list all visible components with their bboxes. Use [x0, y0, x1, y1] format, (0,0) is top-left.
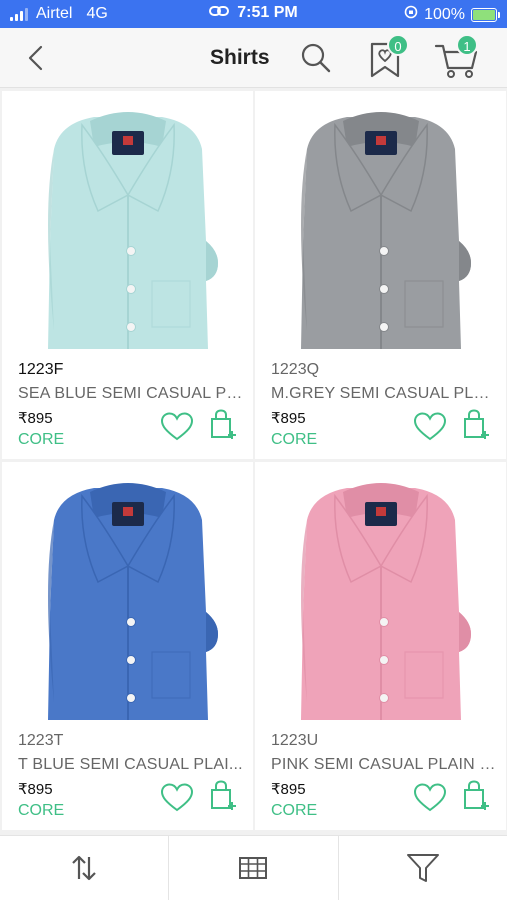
- shirt-image: [255, 462, 506, 724]
- product-grid: 1223F SEA BLUE SEMI CASUAL PL... ₹895 CO…: [0, 89, 507, 831]
- cart-button[interactable]: 1: [432, 34, 482, 82]
- product-price: ₹895: [271, 410, 306, 427]
- product-price: ₹895: [18, 410, 53, 427]
- product-code: 1223Q: [271, 361, 320, 378]
- product-card[interactable]: 1223U PINK SEMI CASUAL PLAIN S... ₹895 C…: [255, 462, 506, 830]
- header: Shirts 0 1: [0, 28, 507, 88]
- product-price: ₹895: [18, 781, 53, 798]
- product-tag: CORE: [271, 802, 318, 819]
- status-right: 100%: [404, 5, 500, 24]
- app-screen: Airtel 4G 7:51 PM 100% Shirts 0 1 1223F …: [0, 0, 507, 900]
- wishlist-heart-button[interactable]: [160, 411, 194, 443]
- product-name: M.GREY SEMI CASUAL PLAI...: [271, 385, 496, 402]
- filter-button[interactable]: [337, 836, 507, 900]
- heart-icon: [413, 412, 447, 441]
- grid-view-icon: [239, 857, 268, 879]
- shirt-image: [2, 462, 253, 724]
- product-name: SEA BLUE SEMI CASUAL PL...: [18, 385, 243, 402]
- rotation-lock-icon: [404, 5, 418, 24]
- shirt-image: [255, 91, 506, 353]
- heart-icon: [413, 783, 447, 812]
- product-name: T BLUE SEMI CASUAL PLAI...: [18, 756, 243, 773]
- battery-percent: 100%: [424, 5, 465, 23]
- wishlist-heart-button[interactable]: [413, 411, 447, 443]
- clock: 7:51 PM: [237, 4, 298, 22]
- product-image[interactable]: [2, 91, 253, 353]
- status-bar: Airtel 4G 7:51 PM 100%: [0, 0, 507, 28]
- shirt-image: [2, 91, 253, 353]
- heart-icon: [160, 783, 194, 812]
- search-icon: [301, 43, 331, 73]
- add-to-bag-button[interactable]: [208, 780, 238, 812]
- heart-icon: [160, 412, 194, 441]
- product-card[interactable]: 1223T T BLUE SEMI CASUAL PLAI... ₹895 CO…: [2, 462, 253, 830]
- battery-icon: [471, 7, 500, 22]
- wishlist-count-badge: 0: [387, 34, 409, 56]
- wishlist-button[interactable]: 0: [365, 34, 409, 82]
- wishlist-heart-button[interactable]: [160, 782, 194, 814]
- add-to-bag-button[interactable]: [461, 780, 491, 812]
- add-to-bag-button[interactable]: [461, 409, 491, 441]
- product-card[interactable]: 1223F SEA BLUE SEMI CASUAL PL... ₹895 CO…: [2, 91, 253, 459]
- filter-icon: [406, 854, 439, 882]
- shopping-bag-add-icon: [464, 780, 489, 810]
- product-image[interactable]: [255, 462, 506, 724]
- product-image[interactable]: [2, 462, 253, 724]
- grid-view-button[interactable]: [168, 836, 337, 900]
- product-name: PINK SEMI CASUAL PLAIN S...: [271, 756, 496, 773]
- product-card[interactable]: 1223Q M.GREY SEMI CASUAL PLAI... ₹895 CO…: [255, 91, 506, 459]
- link-icon: [209, 4, 230, 22]
- bottom-toolbar: [0, 835, 507, 900]
- product-tag: CORE: [18, 802, 65, 819]
- add-to-bag-button[interactable]: [208, 409, 238, 441]
- product-tag: CORE: [271, 431, 318, 448]
- shopping-bag-add-icon: [211, 409, 236, 439]
- product-image[interactable]: [255, 91, 506, 353]
- product-tag: CORE: [18, 431, 65, 448]
- sort-icon: [72, 855, 96, 881]
- shopping-bag-add-icon: [211, 780, 236, 810]
- product-code: 1223U: [271, 732, 319, 749]
- cart-count-badge: 1: [456, 34, 478, 56]
- product-code: 1223F: [18, 361, 64, 378]
- back-button[interactable]: [22, 42, 52, 74]
- chevron-left-icon: [28, 45, 43, 71]
- page-title: Shirts: [210, 46, 270, 69]
- wishlist-heart-button[interactable]: [413, 782, 447, 814]
- product-price: ₹895: [271, 781, 306, 798]
- search-button[interactable]: [298, 40, 334, 76]
- product-code: 1223T: [18, 732, 64, 749]
- shopping-bag-add-icon: [464, 409, 489, 439]
- sort-button[interactable]: [0, 836, 168, 900]
